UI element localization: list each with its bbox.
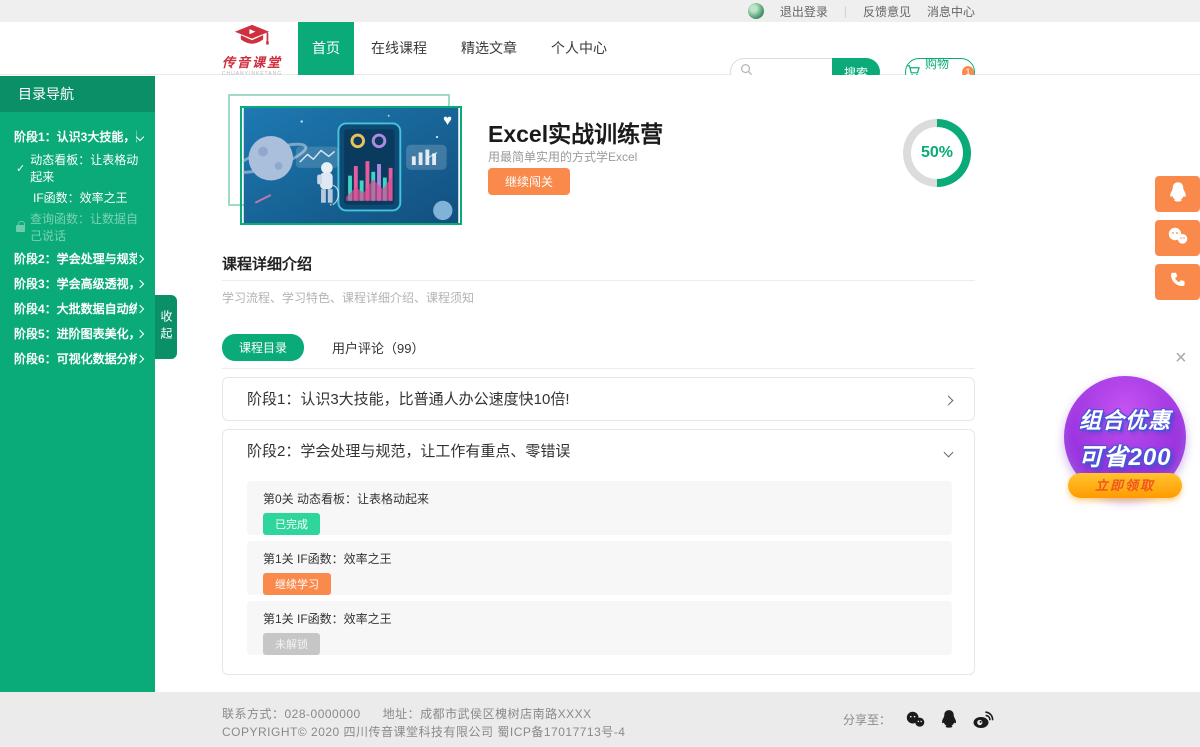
feedback-link[interactable]: 反馈意见 [863, 3, 911, 20]
wechat-contact-button[interactable] [1155, 220, 1200, 256]
promo-claim-button[interactable]: 立即领取 [1068, 473, 1182, 498]
chevron-right-icon [136, 279, 144, 287]
sidebar-item-stage3[interactable]: 阶段3：学会高级透视，拥有同时... [10, 271, 147, 296]
promo-line1: 组合优惠 [1079, 403, 1171, 435]
topbar-divider: | [844, 4, 847, 18]
progress-value: 50% [921, 144, 953, 162]
lesson-title: 第1关 IF函数：效率之王 [263, 610, 936, 627]
chevron-right-icon [136, 304, 144, 312]
progress-ring: 50% [903, 119, 971, 187]
divider [222, 368, 975, 369]
sidebar-item-stage1[interactable]: 阶段1：认识3大技能，比普通人... [10, 124, 147, 149]
sidebar-list: 阶段1：认识3大技能，比普通人... ✓ 动态看板：让表格动起来 IF函数：效率… [0, 112, 155, 371]
favorite-heart-icon[interactable]: ♥ [443, 112, 452, 129]
logo-title: 传音课堂 [210, 52, 294, 71]
topbar: 退出登录 | 反馈意见 消息中心 [0, 0, 1200, 22]
detail-section-title: 课程详细介绍 [222, 253, 312, 274]
accordion-stage2-label: 阶段2：学会处理与规范，让工作有重点、零错误 [247, 443, 570, 460]
sidebar-title: 目录导航 [0, 76, 155, 112]
footer-copyright: COPYRIGHT© 2020 四川传音课堂科技有限公司 蜀ICP备170177… [222, 723, 625, 740]
nav-item-profile[interactable]: 个人中心 [534, 22, 624, 75]
chevron-right-icon [136, 254, 144, 262]
status-badge-locked[interactable]: 未解锁 [263, 633, 320, 655]
course-thumbnail[interactable]: ♥ [240, 106, 462, 225]
sidebar-item-stage5[interactable]: 阶段5：进阶图表美化，让汇报一... [10, 321, 147, 346]
sidebar-collapse-button[interactable]: 收起 [155, 295, 177, 359]
chevron-right-icon [136, 354, 144, 362]
logout-link[interactable]: 退出登录 [780, 3, 828, 20]
qq-icon [1168, 181, 1188, 208]
chevron-right-icon [136, 329, 144, 337]
lesson-card-1[interactable]: 第1关 IF函数：效率之王 继续学习 [247, 541, 952, 595]
page: 退出登录 | 反馈意见 消息中心 传音课堂 CHUANYINKETANG 首页 … [0, 0, 1200, 747]
accordion-stage2-header[interactable]: 阶段2：学会处理与规范，让工作有重点、零错误 [223, 430, 974, 474]
status-badge-done[interactable]: 已完成 [263, 513, 320, 535]
qq-share-icon[interactable] [940, 709, 958, 729]
divider [222, 280, 975, 281]
lock-icon [16, 225, 25, 232]
header: 传音课堂 CHUANYINKETANG 首页 在线课程 精选文章 个人中心 搜索 [0, 22, 1200, 75]
share-label: 分享至： [843, 711, 891, 728]
nav-item-home[interactable]: 首页 [298, 22, 354, 75]
tab-comments[interactable]: 用户评论（99） [332, 338, 424, 357]
nav-item-articles[interactable]: 精选文章 [444, 22, 534, 75]
sidebar-sub-if[interactable]: IF函数：效率之王 [10, 187, 147, 208]
stage-label: 阶段4：大批数据自动统计分析，... [14, 300, 137, 317]
graduation-cap-icon [230, 35, 274, 52]
main-content: ♥ Excel实战训练营 用最简单实用的方式学Excel 继续闯关 50% 课程… [222, 75, 975, 692]
lesson-card-2[interactable]: 第1关 IF函数：效率之王 未解锁 [247, 601, 952, 655]
stage-label: 阶段2：学会处理与规范，让工作... [14, 250, 137, 267]
site-logo[interactable]: 传音课堂 CHUANYINKETANG [210, 24, 294, 77]
continue-button[interactable]: 继续闯关 [488, 168, 570, 195]
sub-label: IF函数：效率之王 [33, 189, 128, 206]
footer-contact: 联系方式：028-0000000 [222, 707, 361, 721]
wechat-icon [1167, 227, 1189, 250]
sub-label: 查询函数：让数据自己说话 [30, 210, 143, 244]
sub-label: 动态看板：让表格动起来 [30, 151, 143, 185]
footer-address: 地址：成都市武侯区槐树店南路XXXX [383, 707, 592, 721]
promo-close-icon[interactable]: × [1175, 348, 1187, 368]
sidebar-item-stage4[interactable]: 阶段4：大批数据自动统计分析，... [10, 296, 147, 321]
chevron-down-icon [944, 448, 954, 458]
phone-icon [1169, 271, 1186, 293]
course-subtitle: 用最简单实用的方式学Excel [488, 148, 637, 165]
progress-ring-inner: 50% [911, 127, 963, 179]
messages-link[interactable]: 消息中心 [927, 3, 975, 20]
catalog-sidebar: 目录导航 阶段1：认识3大技能，比普通人... ✓ 动态看板：让表格动起来 IF… [0, 76, 155, 692]
stage-label: 阶段3：学会高级透视，拥有同时... [14, 275, 137, 292]
accordion-stage2: 阶段2：学会处理与规范，让工作有重点、零错误 第0关 动态看板：让表格动起来 已… [222, 429, 975, 675]
stage-label: 阶段6：可视化数据分析，帮老板... [14, 350, 137, 367]
main-nav: 首页 在线课程 精选文章 个人中心 [298, 22, 624, 75]
stage-label: 阶段5：进阶图表美化，让汇报一... [14, 325, 137, 342]
share-bar: 分享至： [843, 709, 994, 729]
sidebar-item-stage6[interactable]: 阶段6：可视化数据分析，帮老板... [10, 346, 147, 371]
footer: 联系方式：028-0000000 地址：成都市武侯区槐树店南路XXXX COPY… [0, 692, 1200, 747]
check-icon: ✓ [16, 162, 25, 175]
lesson-card-0[interactable]: 第0关 动态看板：让表格动起来 已完成 [247, 481, 952, 535]
user-avatar[interactable] [748, 3, 764, 19]
chevron-down-icon [136, 132, 144, 140]
promo-line2: 可省200 [1078, 437, 1171, 472]
stage1-label: 阶段1：认识3大技能，比普通人... [14, 128, 137, 145]
wechat-share-icon[interactable] [905, 711, 926, 728]
chevron-right-icon [944, 396, 954, 406]
phone-contact-button[interactable] [1155, 264, 1200, 300]
accordion-stage1-header[interactable]: 阶段1：认识3大技能，比普通人办公速度快10倍! [223, 378, 974, 422]
sidebar-item-stage2[interactable]: 阶段2：学会处理与规范，让工作... [10, 246, 147, 271]
nav-item-courses[interactable]: 在线课程 [354, 22, 444, 75]
lesson-title: 第1关 IF函数：效率之王 [263, 550, 936, 567]
accordion-stage1-label: 阶段1：认识3大技能，比普通人办公速度快10倍! [247, 391, 570, 408]
lesson-title: 第0关 动态看板：让表格动起来 [263, 490, 936, 507]
detail-section-desc: 学习流程、学习特色、课程详细介绍、课程须知 [222, 289, 474, 306]
tab-catalog[interactable]: 课程目录 [222, 334, 304, 361]
footer-contact-line: 联系方式：028-0000000 地址：成都市武侯区槐树店南路XXXX [222, 705, 592, 722]
weibo-share-icon[interactable] [972, 709, 994, 729]
sidebar-sub-lookup[interactable]: 查询函数：让数据自己说话 [10, 208, 147, 246]
qq-contact-button[interactable] [1155, 176, 1200, 212]
status-badge-continue[interactable]: 继续学习 [263, 573, 331, 595]
course-title: Excel实战训练营 [488, 115, 663, 149]
detail-tabs: 课程目录 用户评论（99） [222, 335, 424, 360]
sidebar-sub-dashboard[interactable]: ✓ 动态看板：让表格动起来 [10, 149, 147, 187]
accordion-stage1[interactable]: 阶段1：认识3大技能，比普通人办公速度快10倍! [222, 377, 975, 421]
